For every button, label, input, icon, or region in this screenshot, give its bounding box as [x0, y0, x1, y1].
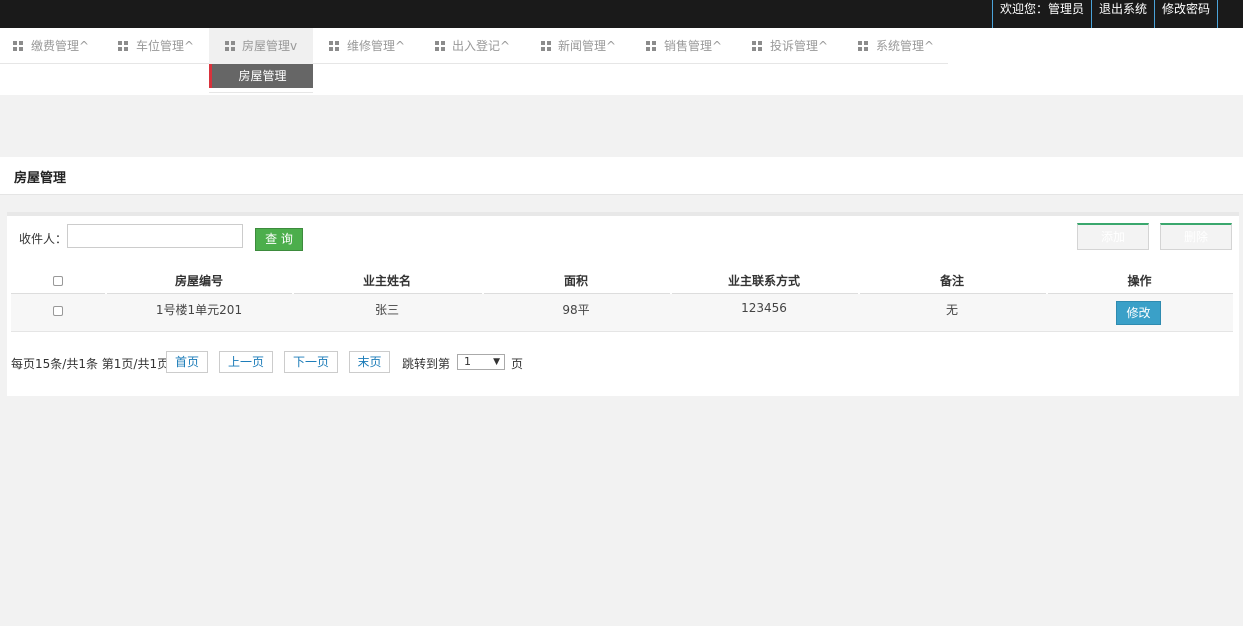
- row-checkbox[interactable]: [53, 306, 63, 316]
- nav-item-sales[interactable]: 销售管理^: [631, 28, 737, 64]
- header-action: 操作: [1127, 274, 1152, 288]
- nav-item-news[interactable]: 新闻管理^: [525, 28, 631, 64]
- edit-button[interactable]: 修改: [1116, 301, 1161, 325]
- nav-item-house[interactable]: 房屋管理v: [209, 28, 313, 64]
- header-phone: 业主联系方式: [727, 274, 800, 288]
- nav-label: 维修管理^: [347, 39, 406, 53]
- delete-button[interactable]: 删除: [1160, 223, 1232, 250]
- last-page-button[interactable]: 末页: [349, 351, 390, 373]
- nav-label: 销售管理^: [664, 39, 723, 53]
- grid-icon: [329, 41, 339, 51]
- nav-item-complaint[interactable]: 投诉管理^: [737, 28, 843, 64]
- pager-summary: 每页15条/共1条 第1页/共1页: [11, 357, 170, 371]
- top-links: 欢迎您：管理员 退出系统 修改密码: [991, 0, 1218, 28]
- nav-label: 投诉管理^: [770, 39, 829, 53]
- nav-item-repair[interactable]: 维修管理^: [313, 28, 419, 64]
- page-jump-select[interactable]: 1 ▼: [457, 354, 505, 370]
- query-button[interactable]: 查 询: [255, 228, 303, 251]
- nav-item-payment[interactable]: 缴费管理^: [0, 28, 103, 64]
- grid-icon: [13, 41, 23, 51]
- recipient-search-input[interactable]: [67, 224, 243, 248]
- cell-area: 98平: [562, 303, 590, 317]
- page-jump-value: 1: [464, 355, 471, 368]
- grid-icon: [752, 41, 762, 51]
- grid-icon: [435, 41, 445, 51]
- logout-link[interactable]: 退出系统: [1090, 0, 1154, 28]
- cell-phone: 123456: [741, 301, 787, 315]
- main-nav: 缴费管理^ 车位管理^ 房屋管理v 维修管理^ 出入登记^ 新闻管理^ 销售管理…: [0, 28, 948, 64]
- nav-item-parking[interactable]: 车位管理^: [103, 28, 209, 64]
- cell-owner: 张三: [374, 303, 399, 317]
- submenu-divider: [209, 92, 313, 93]
- jump-label: 跳转到第: [402, 357, 451, 371]
- grid-icon: [541, 41, 551, 51]
- header-house-no: 房屋编号: [174, 274, 223, 288]
- prev-page-button[interactable]: 上一页: [219, 351, 273, 373]
- page-title: 房屋管理: [14, 171, 67, 186]
- table-row: 1号楼1单元201 张三 98平 123456 无 修改: [11, 294, 1233, 332]
- table-header: 房屋编号 业主姓名 面积 业主联系方式 备注 操作: [11, 268, 1233, 294]
- nav-label: 系统管理^: [876, 39, 935, 53]
- jump-suffix: 页: [511, 357, 524, 371]
- content-panel: 收件人： 查 询 添加 删除 房屋编号 业主姓名 面积 业主联系方式 备注 操作…: [7, 212, 1239, 396]
- welcome-text: 欢迎您：管理员: [991, 0, 1091, 28]
- next-page-button[interactable]: 下一页: [284, 351, 338, 373]
- top-bar: 欢迎您：管理员 退出系统 修改密码: [0, 0, 1243, 28]
- cell-note: 无: [945, 303, 958, 317]
- grid-icon: [225, 41, 235, 51]
- page-title-bar: 房屋管理: [0, 157, 1243, 195]
- first-page-button[interactable]: 首页: [166, 351, 208, 373]
- header-owner: 业主姓名: [362, 274, 411, 288]
- nav-label: 房屋管理v: [242, 39, 298, 53]
- grid-icon: [118, 41, 128, 51]
- grid-icon: [646, 41, 656, 51]
- select-all-checkbox[interactable]: [53, 276, 63, 286]
- nav-item-access[interactable]: 出入登记^: [419, 28, 525, 64]
- nav-label: 车位管理^: [136, 39, 195, 53]
- add-button[interactable]: 添加: [1077, 223, 1149, 250]
- house-table: 房屋编号 业主姓名 面积 业主联系方式 备注 操作 1号楼1单元201 张三 9…: [11, 268, 1233, 332]
- search-label: 收件人：: [19, 232, 68, 246]
- nav-area: 缴费管理^ 车位管理^ 房屋管理v 维修管理^ 出入登记^ 新闻管理^ 销售管理…: [0, 28, 1243, 95]
- nav-label: 缴费管理^: [31, 39, 90, 53]
- header-note: 备注: [939, 274, 964, 288]
- nav-label: 出入登记^: [452, 39, 511, 53]
- change-password-link[interactable]: 修改密码: [1153, 0, 1218, 28]
- grid-icon: [858, 41, 868, 51]
- nav-item-system[interactable]: 系统管理^: [843, 28, 948, 64]
- pagination: 每页15条/共1条 第1页/共1页 首页 上一页 下一页 末页 跳转到第 1 ▼…: [11, 351, 1231, 373]
- nav-label: 新闻管理^: [558, 39, 617, 53]
- dropdown-arrow-icon: ▼: [493, 357, 500, 367]
- cell-house-no: 1号楼1单元201: [155, 303, 243, 317]
- header-area: 面积: [563, 274, 588, 288]
- submenu-house-management[interactable]: 房屋管理: [209, 64, 313, 88]
